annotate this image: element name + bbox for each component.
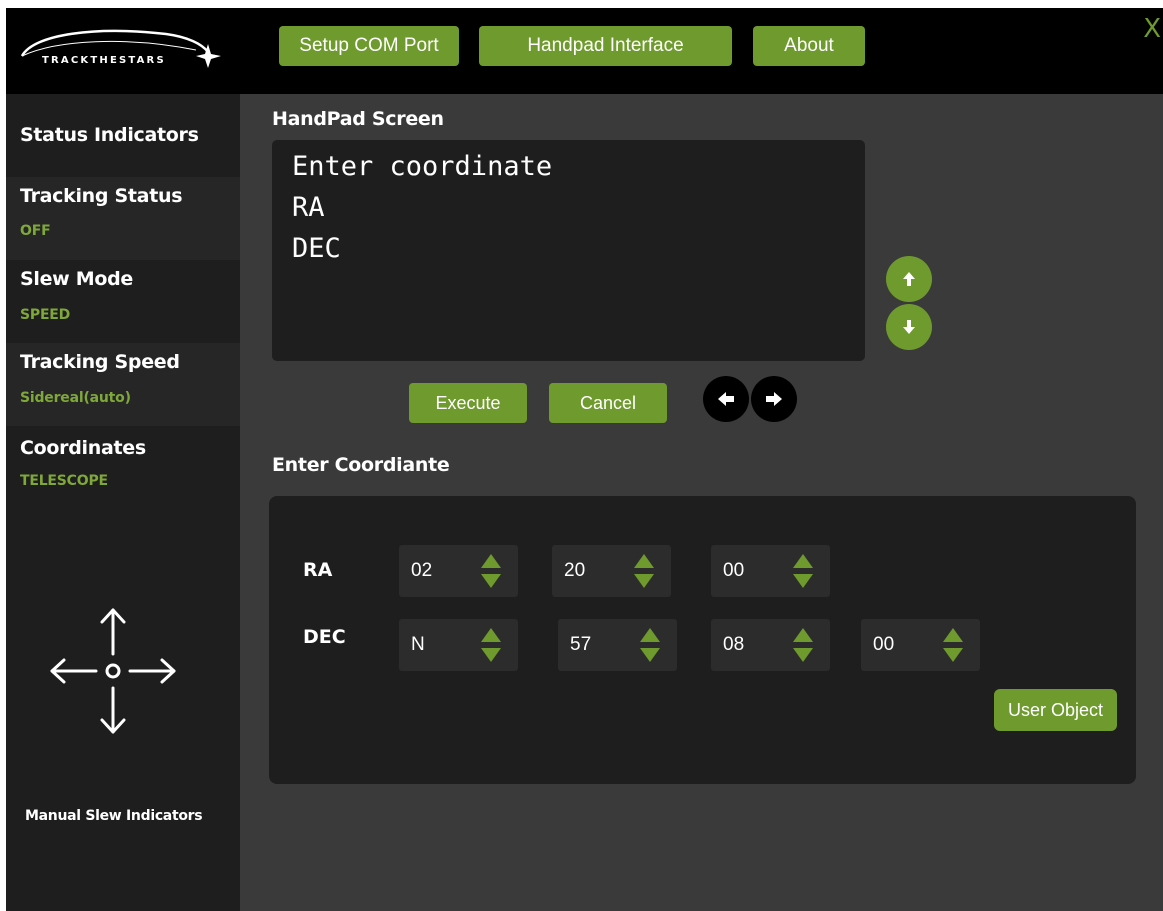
screen-line: Enter coordinate	[292, 151, 553, 182]
scroll-down-button[interactable]	[886, 304, 932, 350]
spinner-up-down-icon[interactable]	[481, 554, 501, 588]
sidebar-item-title: Tracking Speed	[20, 351, 180, 373]
app-window: TRACKTHESTARS Setup COM Port Handpad Int…	[6, 8, 1163, 911]
spinner-up-down-icon[interactable]	[793, 628, 813, 662]
slew-mode-value: SPEED	[20, 307, 71, 323]
sidebar-item-slew-mode: Slew Mode SPEED	[6, 260, 240, 343]
cursor-left-button[interactable]	[703, 376, 749, 422]
dec-degrees-value: 57	[570, 634, 592, 655]
spinner-up-down-icon[interactable]	[640, 628, 660, 662]
spinner-up-down-icon[interactable]	[481, 628, 501, 662]
manual-slew-arrows-icon	[50, 608, 176, 734]
sidebar-item-tracking-status: Tracking Status OFF	[6, 177, 240, 260]
sidebar-item-tracking-speed: Tracking Speed Sidereal(auto)	[6, 343, 240, 426]
coordinates-value: TELESCOPE	[20, 473, 108, 489]
dec-minutes-spinner[interactable]: 08	[711, 619, 830, 671]
enter-coordinate-title: Enter Coordiante	[272, 454, 450, 476]
dec-label: DEC	[303, 626, 346, 648]
logo: TRACKTHESTARS	[16, 22, 226, 80]
about-button[interactable]: About	[753, 26, 865, 66]
dec-minutes-value: 08	[723, 634, 745, 655]
ra-seconds-value: 00	[723, 560, 745, 581]
top-bar: TRACKTHESTARS Setup COM Port Handpad Int…	[6, 8, 1163, 94]
spinner-up-down-icon[interactable]	[793, 554, 813, 588]
dec-seconds-spinner[interactable]: 00	[861, 619, 980, 671]
arrow-down-icon	[903, 320, 915, 334]
manual-slew-indicators-label: Manual Slew Indicators	[25, 808, 203, 824]
setup-com-port-button[interactable]: Setup COM Port	[279, 26, 459, 66]
arrow-left-icon	[718, 392, 734, 406]
dec-seconds-value: 00	[873, 634, 895, 655]
ra-minutes-value: 20	[564, 560, 586, 581]
handpad-interface-button[interactable]: Handpad Interface	[479, 26, 732, 66]
spinner-up-down-icon[interactable]	[634, 554, 654, 588]
dec-sign-spinner[interactable]: N	[399, 619, 518, 671]
sidebar-item-title: Tracking Status	[20, 185, 183, 207]
ra-hours-value: 02	[411, 560, 433, 581]
ra-seconds-spinner[interactable]: 00	[711, 545, 830, 597]
handpad-screen: Enter coordinate RA DEC	[272, 140, 865, 361]
spinner-up-down-icon[interactable]	[943, 628, 963, 662]
screen-line: RA	[292, 192, 325, 223]
status-indicators-header: Status Indicators	[6, 94, 240, 177]
user-object-button[interactable]: User Object	[994, 689, 1117, 731]
cancel-button[interactable]: Cancel	[549, 383, 667, 423]
dec-sign-value: N	[411, 634, 425, 655]
sidebar: Status Indicators Tracking Status OFF Sl…	[6, 94, 240, 911]
sidebar-item-title: Coordinates	[20, 437, 146, 459]
dec-degrees-spinner[interactable]: 57	[558, 619, 677, 671]
screen-line: DEC	[292, 233, 341, 264]
arrow-up-icon	[903, 272, 915, 286]
sidebar-item-title: Slew Mode	[20, 268, 133, 290]
logo-text: TRACKTHESTARS	[42, 55, 166, 66]
close-icon[interactable]: X	[1143, 14, 1161, 44]
ra-minutes-spinner[interactable]: 20	[552, 545, 671, 597]
ra-label: RA	[303, 559, 333, 581]
tracking-status-value: OFF	[20, 223, 51, 239]
status-indicators-title: Status Indicators	[20, 124, 199, 146]
tracking-speed-value: Sidereal(auto)	[20, 390, 131, 406]
sidebar-item-coordinates: Coordinates TELESCOPE	[6, 426, 240, 509]
cursor-right-button[interactable]	[751, 376, 797, 422]
logo-swoosh-icon	[20, 29, 221, 68]
ra-hours-spinner[interactable]: 02	[399, 545, 518, 597]
arrow-right-icon	[766, 392, 782, 406]
scroll-up-button[interactable]	[886, 256, 932, 302]
execute-button[interactable]: Execute	[409, 383, 527, 423]
handpad-screen-title: HandPad Screen	[272, 108, 444, 130]
